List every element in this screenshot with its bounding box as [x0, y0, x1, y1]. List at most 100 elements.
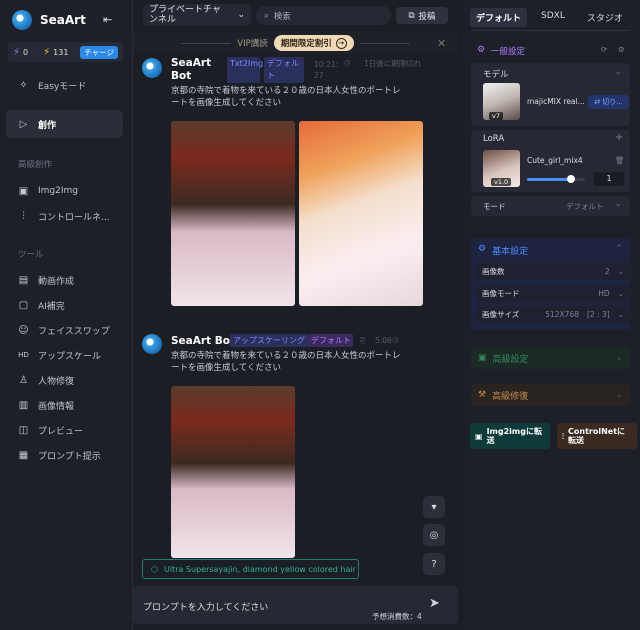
model-version-badge: v7	[489, 112, 503, 120]
face-icon: ☺	[18, 324, 29, 336]
image-mode-row[interactable]: 画像モード HD ⌄	[476, 285, 630, 302]
image-size-row[interactable]: 画像サイズ 512X768 [2 : 3] ⌄	[476, 306, 630, 323]
expire-note: 1日後に期限切れ	[364, 59, 422, 68]
refresh-icon[interactable]: ⟳	[601, 45, 607, 54]
lora-weight-slider[interactable]	[527, 175, 585, 183]
lora-name: Cute_girl_mix4	[527, 156, 583, 165]
switch-label: 切り...	[602, 98, 623, 106]
help-icon[interactable]: ?	[423, 553, 445, 575]
nav-easy-mode[interactable]: ✧ Easyモード	[6, 71, 123, 99]
prompt-input[interactable]: プロンプトを入力してください 予想消費数：4 ➤	[133, 586, 458, 624]
post-button[interactable]: ⧉ 投稿	[396, 7, 448, 24]
bot-avatar	[142, 334, 162, 354]
message-time: 5:06	[375, 336, 392, 345]
prompt-suggestion[interactable]: ⬡ Ultra Supersayajin, diamond yellow col…	[142, 559, 359, 579]
nav-prompt-hints[interactable]: ▦ プロンプト提示	[6, 441, 123, 469]
share-icon[interactable]: ⎘	[360, 336, 366, 346]
eye-off-icon[interactable]: ◎	[423, 524, 445, 546]
chevron-up-icon[interactable]: ⌃	[615, 244, 623, 254]
trash-icon[interactable]: 🗑	[615, 156, 625, 165]
generated-image[interactable]	[171, 121, 295, 306]
row-value: HD	[598, 289, 610, 298]
nav-label: AI補完	[38, 301, 65, 312]
send-to-controlnet-button[interactable]: ⫶ ControlNetに転送	[557, 423, 637, 449]
lora-weight-input[interactable]: 1	[594, 172, 624, 186]
bot-name: SeaArt Bot	[171, 335, 235, 347]
send-icon[interactable]: ➤	[429, 596, 440, 611]
mode-value: デフォルト	[566, 202, 604, 211]
tag-default: デフォルト	[264, 57, 304, 83]
nav-label: Img2Img	[38, 186, 78, 196]
advanced-settings-section[interactable]: ▣ 高級設定 ⌄	[471, 347, 630, 369]
nav-ai-complete[interactable]: ▢ AI補完	[6, 291, 123, 319]
switch-model-button[interactable]: ⇄ 切り...	[588, 95, 629, 109]
slider-handle[interactable]	[566, 175, 575, 183]
play-square-icon: ▷	[19, 118, 28, 130]
close-icon[interactable]: ✕	[437, 37, 446, 50]
nav-label: コントロールネ...	[38, 212, 110, 223]
tab-default[interactable]: デフォルト	[470, 8, 528, 27]
settings-icon: ⚙	[478, 244, 487, 254]
advanced-repair-section[interactable]: ⚒ 高級修復 ⌄	[471, 384, 630, 406]
section-advanced-title: 高級創作	[18, 160, 53, 170]
chevron-down-icon: ⌄	[617, 267, 624, 276]
channel-name: プライベートチャンネル	[149, 5, 221, 25]
nav-label: プロンプト提示	[38, 451, 101, 462]
tab-studio[interactable]: スタジオ	[581, 8, 629, 27]
bot-name: SeaArt Bot	[171, 57, 212, 82]
vip-subscribe-link[interactable]: VIP講読	[237, 37, 267, 49]
swap-icon: ⇄	[594, 98, 601, 106]
nav-image-info[interactable]: ▥ 画像情報	[6, 391, 123, 419]
gear-icon[interactable]: ⚙	[618, 45, 625, 54]
nav-video[interactable]: ▤ 動画作成	[6, 266, 123, 294]
vip-banner: VIP講読 期間限定割引 →	[133, 32, 458, 54]
generated-image[interactable]	[299, 121, 423, 306]
add-icon[interactable]: +	[615, 132, 623, 143]
chevron-down-icon[interactable]: ⌄	[615, 199, 621, 208]
image-icon: ▣	[475, 431, 483, 441]
charge-button[interactable]: チャージ	[80, 45, 118, 59]
channel-select[interactable]: プライベートチャンネル ⌄	[143, 4, 251, 26]
scroll-down-icon[interactable]: ▾	[423, 496, 445, 518]
sparkle-icon: ✧	[19, 79, 28, 91]
generated-image[interactable]	[171, 386, 295, 558]
chevron-down-icon: ⌄	[617, 310, 624, 319]
slider-fill	[527, 178, 571, 181]
collapse-left-icon[interactable]: ⇤	[103, 13, 112, 26]
nav-upscale[interactable]: HD アップスケール	[6, 341, 123, 369]
nav-person-repair[interactable]: ♙ 人物修復	[6, 366, 123, 394]
app-logo[interactable]: SeaArt	[12, 10, 86, 30]
sliders-icon: ⫶	[22, 210, 25, 222]
tab-sdxl[interactable]: SDXL	[535, 8, 571, 27]
nav-controlnet[interactable]: ⫶ コントロールネ...	[6, 202, 123, 230]
tag-default: デフォルト	[308, 334, 353, 347]
send-to-img2img-button[interactable]: ▣ Img2imgに転送	[470, 423, 550, 449]
nav-preview[interactable]: ◫ プレビュー	[6, 416, 123, 444]
row-ratio: [2 : 3]	[587, 310, 610, 319]
settings-icon: ⚙	[477, 45, 486, 55]
person-icon: ♙	[19, 374, 28, 386]
nav-label: 創作	[38, 120, 57, 131]
model-label: モデル	[483, 70, 509, 80]
image-count-row[interactable]: 画像数 2 ⌄	[476, 263, 630, 280]
prompt-text: 京都の寺院で着物を来ている２０歳の日本人女性のポートレートを画像生成してください	[171, 86, 401, 108]
book-icon: ▥	[18, 399, 29, 411]
nav-face-swap[interactable]: ☺ フェイススワップ	[6, 316, 123, 344]
search-input[interactable]: ⌕ 検索	[256, 6, 391, 25]
nav-label: フェイススワップ	[38, 326, 110, 337]
nav-label: 人物修復	[38, 376, 75, 387]
image-icon: ▣	[18, 185, 29, 197]
sliders-icon: ⫶	[562, 431, 564, 441]
seaart-logo-icon	[12, 10, 32, 30]
section-tools-title: ツール	[18, 250, 44, 260]
advanced-repair-title: 高級修復	[492, 391, 529, 402]
chat-icon: ▢	[18, 299, 29, 311]
nav-create[interactable]: ▷ 創作	[6, 110, 123, 138]
nav-img2img[interactable]: ▣ Img2Img	[6, 177, 123, 205]
basic-settings-title[interactable]: 基本設定	[492, 244, 528, 257]
chevron-down-icon[interactable]: ⌄	[615, 67, 621, 76]
mode-label: モード	[483, 202, 506, 211]
promo-button[interactable]: 期間限定割引 →	[273, 35, 354, 51]
lightning-count: 131	[53, 47, 69, 57]
cost-estimate: 予想消費数：4	[372, 612, 422, 621]
